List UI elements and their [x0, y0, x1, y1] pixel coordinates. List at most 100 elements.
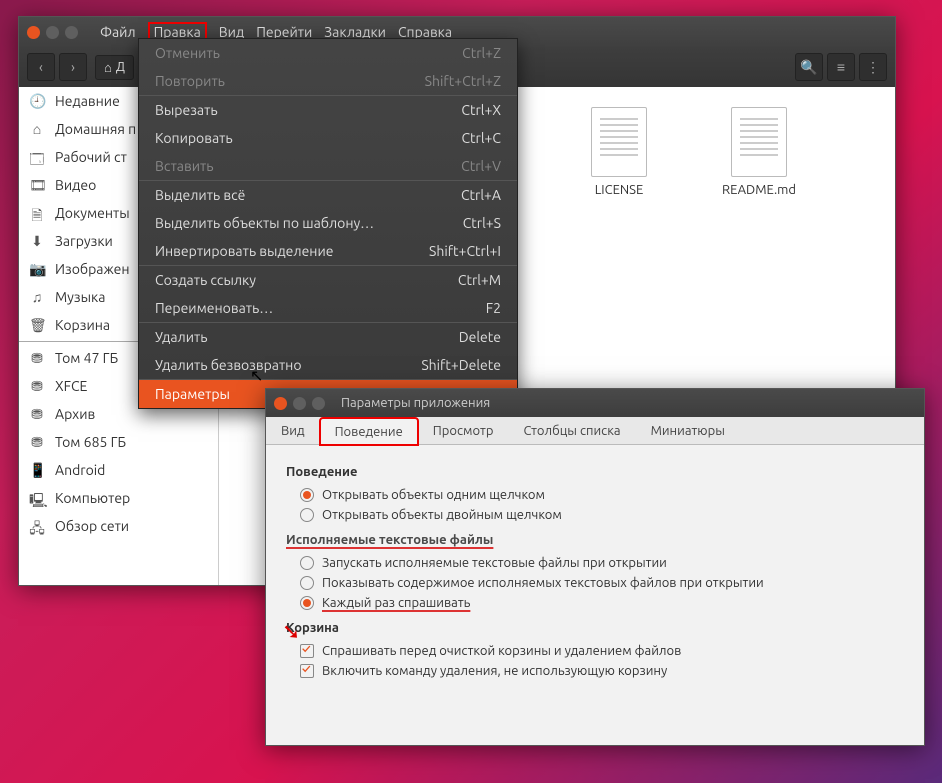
folder-icon: ⛃: [29, 434, 45, 450]
menu-item-accel: Ctrl+C: [461, 130, 501, 146]
sidebar-item-label: Видео: [55, 177, 96, 193]
menu-item-label: Выделить объекты по шаблону…: [155, 215, 374, 231]
option-row[interactable]: Показывать содержимое исполняемых тексто…: [286, 573, 904, 593]
sidebar-item-label: Домашняя п: [55, 121, 136, 137]
preferences-window: Параметры приложения ВидПоведениеПросмот…: [265, 388, 925, 746]
menu-item-accel: Shift+Ctrl+I: [429, 243, 501, 259]
home-icon: ⌂: [104, 60, 112, 75]
menu-item-label: Параметры: [155, 386, 230, 402]
option-label: Открывать объекты одним щелчком: [322, 488, 545, 502]
folder-icon: 🗑: [29, 317, 45, 333]
menu-item[interactable]: УдалитьDelete: [139, 323, 517, 351]
menu-item[interactable]: ВырезатьCtrl+X: [139, 96, 517, 124]
menu-item[interactable]: Удалить безвозвратноShift+Delete: [139, 351, 517, 379]
prefs-title: Параметры приложения: [341, 396, 490, 410]
edit-menu-dropdown: Отменить Ctrl+Z ПовторитьShift+Ctrl+ZВырез…: [138, 38, 518, 409]
menu-item-accel: Ctrl+M: [458, 272, 501, 288]
prefs-tab[interactable]: Столбцы списка: [508, 417, 635, 444]
menu-item[interactable]: Выделить объекты по шаблону… Ctrl+S: [139, 209, 517, 237]
menu-item-accel: F2: [486, 300, 501, 316]
sidebar-item[interactable]: 🖳Компьютер: [19, 484, 218, 512]
menu-item: ВставитьCtrl+V: [139, 152, 517, 180]
radio[interactable]: [300, 596, 314, 610]
menu-item[interactable]: Создать ссылкуCtrl+M: [139, 266, 517, 294]
option-row[interactable]: Каждый раз спрашивать: [286, 593, 904, 613]
option-row[interactable]: Спрашивать перед очисткой корзины и удал…: [286, 641, 904, 661]
menu-item-label: Выделить всё: [155, 187, 245, 203]
search-button[interactable]: 🔍: [795, 53, 823, 81]
option-label: Спрашивать перед очисткой корзины и удал…: [322, 644, 681, 658]
list-view-button[interactable]: ≡: [827, 53, 855, 81]
menu-item: Отменить Ctrl+Z: [139, 39, 517, 67]
folder-icon: 🖧: [29, 518, 45, 534]
minimize-icon[interactable]: [46, 26, 59, 39]
option-row[interactable]: Открывать объекты одним щелчком: [286, 485, 904, 505]
sidebar-item[interactable]: ⛃ Том 685 ГБ: [19, 428, 218, 456]
menu-item[interactable]: Переименовать…F2: [139, 294, 517, 322]
folder-icon: 🎞: [29, 177, 45, 193]
folder-icon: ⛃: [29, 350, 45, 366]
path-label: Д: [116, 60, 125, 74]
menu-файл[interactable]: Файл: [100, 24, 136, 40]
close-icon[interactable]: [274, 397, 287, 410]
menu-item: ПовторитьShift+Ctrl+Z: [139, 67, 517, 95]
checkbox[interactable]: [300, 644, 314, 658]
menu-button[interactable]: ⋮: [859, 53, 887, 81]
menu-item[interactable]: Инвертировать выделениеShift+Ctrl+I: [139, 237, 517, 265]
folder-icon: 📷: [29, 261, 45, 277]
maximize-icon[interactable]: [312, 397, 325, 410]
option-row[interactable]: Включить команду удаления, не использующ…: [286, 661, 904, 681]
close-icon[interactable]: [27, 26, 40, 39]
arrow-annotation-icon: ➘: [282, 619, 300, 645]
sidebar-item-label: Документы: [55, 205, 130, 221]
radio[interactable]: [300, 508, 314, 522]
back-button[interactable]: ‹: [27, 53, 55, 81]
checkbox[interactable]: [300, 664, 314, 678]
folder-icon: ⌂: [29, 121, 45, 137]
sidebar-item[interactable]: 🖧 Обзор сети: [19, 512, 218, 540]
prefs-tab[interactable]: Просмотр: [418, 417, 509, 444]
prefs-body: ➘ ПоведениеОткрывать объекты одним щелчк…: [266, 445, 924, 693]
sidebar-item-label: Изображен: [55, 261, 130, 277]
menu-item[interactable]: Копировать Ctrl+C: [139, 124, 517, 152]
folder-icon: ♫: [29, 289, 45, 305]
option-label: Каждый раз спрашивать: [322, 596, 470, 610]
sidebar-item-label: Том 685 ГБ: [55, 434, 126, 450]
forward-button[interactable]: ›: [59, 53, 87, 81]
file-icon: [731, 107, 787, 177]
folder-icon: 🗔: [29, 149, 45, 165]
option-row[interactable]: Запускать исполняемые текстовые файлы пр…: [286, 553, 904, 573]
folder-icon: ⛃: [29, 406, 45, 422]
sidebar-item-label: XFCE: [55, 378, 87, 394]
folder-icon: ⬇: [29, 233, 45, 249]
sidebar-item-label: Корзина: [55, 317, 110, 333]
menu-item-accel: Delete: [459, 329, 501, 345]
menu-item-label: Копировать: [155, 130, 233, 146]
sidebar-item-label: Компьютер: [55, 490, 130, 506]
sidebar-item-label: Обзор сети: [55, 518, 129, 534]
home-path-chip[interactable]: ⌂ Д: [95, 55, 134, 80]
sidebar-item[interactable]: 📱Android: [19, 456, 218, 484]
folder-icon: ⛃: [29, 378, 45, 394]
option-label: Запускать исполняемые текстовые файлы пр…: [322, 556, 667, 570]
option-row[interactable]: Открывать объекты двойным щелчком: [286, 505, 904, 525]
menu-item-accel: Ctrl+S: [463, 215, 501, 231]
prefs-tab[interactable]: Поведение: [320, 418, 418, 445]
prefs-tab[interactable]: Вид: [266, 417, 320, 444]
minimize-icon[interactable]: [293, 397, 306, 410]
option-label: Открывать объекты двойным щелчком: [322, 508, 562, 522]
menu-item-label: Вставить: [155, 158, 213, 174]
prefs-tab[interactable]: Миниатюры: [636, 417, 740, 444]
radio[interactable]: [300, 556, 314, 570]
menu-item-label: Отменить: [155, 45, 220, 61]
file-name: README.md: [719, 183, 799, 197]
file-name: LICENSE: [579, 183, 659, 197]
menu-item-accel: Ctrl+Z: [462, 45, 501, 61]
menu-item[interactable]: Выделить всёCtrl+A: [139, 181, 517, 209]
maximize-icon[interactable]: [65, 26, 78, 39]
radio[interactable]: [300, 488, 314, 502]
radio[interactable]: [300, 576, 314, 590]
menu-item-accel: Shift+Delete: [421, 357, 501, 373]
window-controls: [27, 26, 78, 39]
sidebar-item-label: Музыка: [55, 289, 105, 305]
